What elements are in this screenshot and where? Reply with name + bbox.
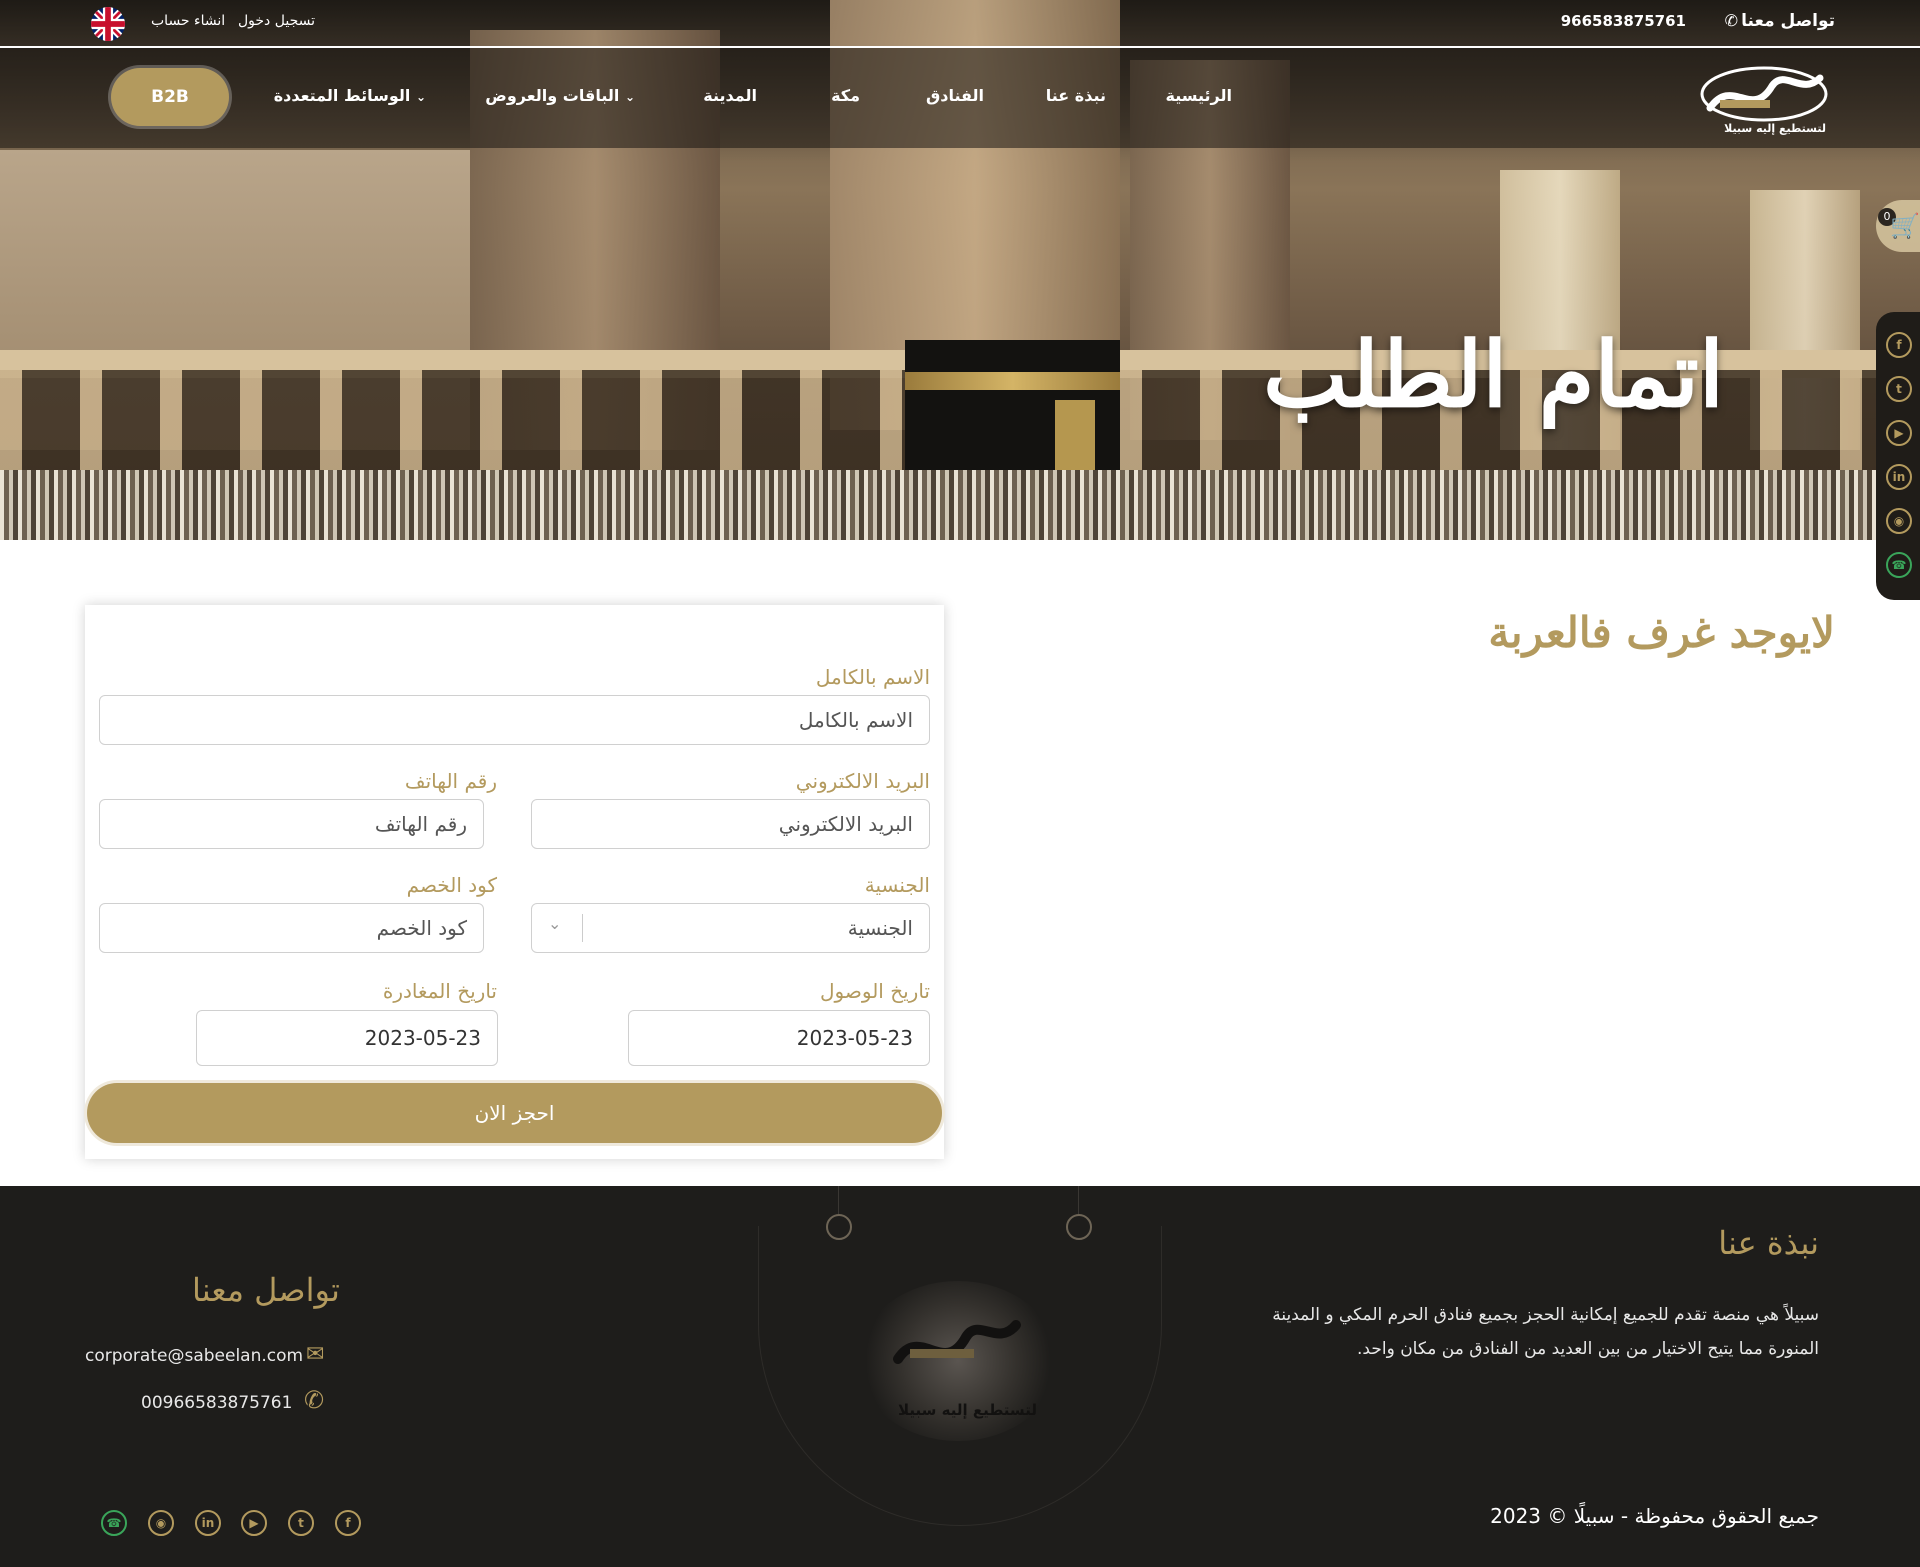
nav-makkah[interactable]: مكة: [831, 86, 860, 105]
site-logo[interactable]: لتستطيع إليه سبيلا: [1692, 56, 1832, 142]
arrival-date-input[interactable]: 2023-05-23: [628, 1010, 930, 1066]
phone-label: رقم الهاتف: [404, 769, 497, 793]
nationality-select[interactable]: الجنسية ⌄: [531, 903, 930, 953]
decor-line: [838, 1186, 839, 1214]
hero-crowd: [0, 470, 1920, 540]
instagram-icon[interactable]: ◉: [1886, 508, 1912, 534]
discount-code-label: كود الخصم: [406, 873, 497, 897]
chevron-down-icon: ⌄: [624, 90, 635, 104]
footer-logo: لتستطيع إليه سبيلا: [858, 1281, 1058, 1441]
decor-dot: [826, 1214, 852, 1240]
facebook-icon[interactable]: f: [335, 1510, 361, 1536]
nav-about[interactable]: نبذة عنا: [1046, 86, 1106, 105]
booking-form: الاسم بالكامل الاسم بالكامل البريد الالك…: [85, 605, 944, 1159]
chevron-down-icon: ⌄: [548, 914, 562, 933]
signup-link[interactable]: انشاء حساب: [151, 13, 225, 29]
full-name-input[interactable]: الاسم بالكامل: [99, 695, 930, 745]
footer-email[interactable]: corporate@sabeelan.com: [85, 1346, 303, 1366]
full-name-label: الاسم بالكامل: [815, 665, 930, 689]
twitter-icon[interactable]: t: [288, 1510, 314, 1536]
facebook-icon[interactable]: f: [1886, 332, 1912, 358]
top-phone-number[interactable]: 966583875761: [1561, 12, 1686, 30]
contact-title: تواصل معنا: [192, 1271, 340, 1309]
twitter-icon[interactable]: t: [1886, 376, 1912, 402]
nav-packages-label: الباقات والعروض: [485, 86, 620, 105]
empty-cart-message: لايوجد غرف فالعربة: [1488, 608, 1835, 657]
nationality-selected: الجنسية: [847, 916, 913, 940]
contact-us-link[interactable]: تواصل معنا: [1741, 11, 1835, 31]
book-now-button[interactable]: احجز الان: [87, 1083, 942, 1143]
kaaba-door: [1055, 400, 1095, 470]
footer: لتستطيع إليه سبيلا نبذة عنا سبيلاً هي من…: [0, 1186, 1920, 1567]
nav-media-label: الوسائط المتعددة: [273, 86, 411, 105]
select-divider: [582, 914, 583, 942]
top-bar: تواصل معنا ✆ 966583875761 تسجيل دخول انش…: [0, 0, 1920, 48]
nav-packages[interactable]: الباقات والعروض ⌄: [485, 86, 639, 105]
nav-media[interactable]: الوسائط المتعددة ⌄: [274, 86, 430, 105]
page-title: اتمام الطلب: [1263, 322, 1724, 428]
cart-button[interactable]: 0 🛒: [1876, 200, 1920, 252]
phone-input[interactable]: رقم الهاتف: [99, 799, 484, 849]
login-link[interactable]: تسجيل دخول: [238, 13, 315, 29]
youtube-icon[interactable]: ▶: [241, 1510, 267, 1536]
mail-icon: ✉: [306, 1342, 325, 1367]
footer-phone[interactable]: 00966583875761: [141, 1393, 292, 1413]
b2b-button[interactable]: B2B: [111, 68, 229, 126]
footer-logo-tagline: لتستطيع إليه سبيلا: [898, 1401, 1037, 1419]
email-label: البريد الالكتروني: [795, 769, 930, 793]
linkedin-icon[interactable]: in: [1886, 464, 1912, 490]
email-input[interactable]: البريد الالكتروني: [531, 799, 930, 849]
copyright: جميع الحقوق محفوظة - سبيلًا © 2023: [1490, 1504, 1819, 1528]
logo-tagline: لتستطيع إليه سبيلا: [1724, 122, 1826, 135]
youtube-icon[interactable]: ▶: [1886, 420, 1912, 446]
linkedin-icon[interactable]: in: [195, 1510, 221, 1536]
departure-date-input[interactable]: 2023-05-23: [196, 1010, 498, 1066]
arrival-date-label: تاريخ الوصول: [820, 979, 930, 1003]
uk-flag-icon[interactable]: [91, 7, 125, 41]
about-title: نبذة عنا: [1718, 1224, 1819, 1262]
main-navigation: لتستطيع إليه سبيلا الرئيسية نبذة عنا الف…: [0, 48, 1920, 148]
whatsapp-icon[interactable]: ☎: [101, 1510, 127, 1536]
nav-hotels[interactable]: الفنادق: [926, 86, 984, 105]
discount-code-input[interactable]: كود الخصم: [99, 903, 484, 953]
whatsapp-icon[interactable]: ☎: [1886, 552, 1912, 578]
kaaba-band: [905, 372, 1120, 390]
side-social-bar: f t ▶ in ◉ ☎: [1876, 312, 1920, 600]
instagram-icon[interactable]: ◉: [148, 1510, 174, 1536]
chevron-down-icon: ⌄: [415, 90, 426, 104]
nav-home[interactable]: الرئيسية: [1166, 86, 1233, 105]
decor-dot: [1066, 1214, 1092, 1240]
phone-icon: ✆: [304, 1386, 325, 1414]
decor-line: [1078, 1186, 1079, 1214]
about-text: سبيلاً هي منصة تقدم للجميع إمكانية الحجز…: [1272, 1305, 1819, 1359]
nationality-label: الجنسية: [864, 873, 930, 897]
phone-icon: ✆: [1724, 11, 1738, 30]
cart-icon: 🛒: [1890, 212, 1920, 240]
departure-date-label: تاريخ المغادرة: [382, 979, 497, 1003]
nav-madinah[interactable]: المدينة: [703, 86, 757, 105]
